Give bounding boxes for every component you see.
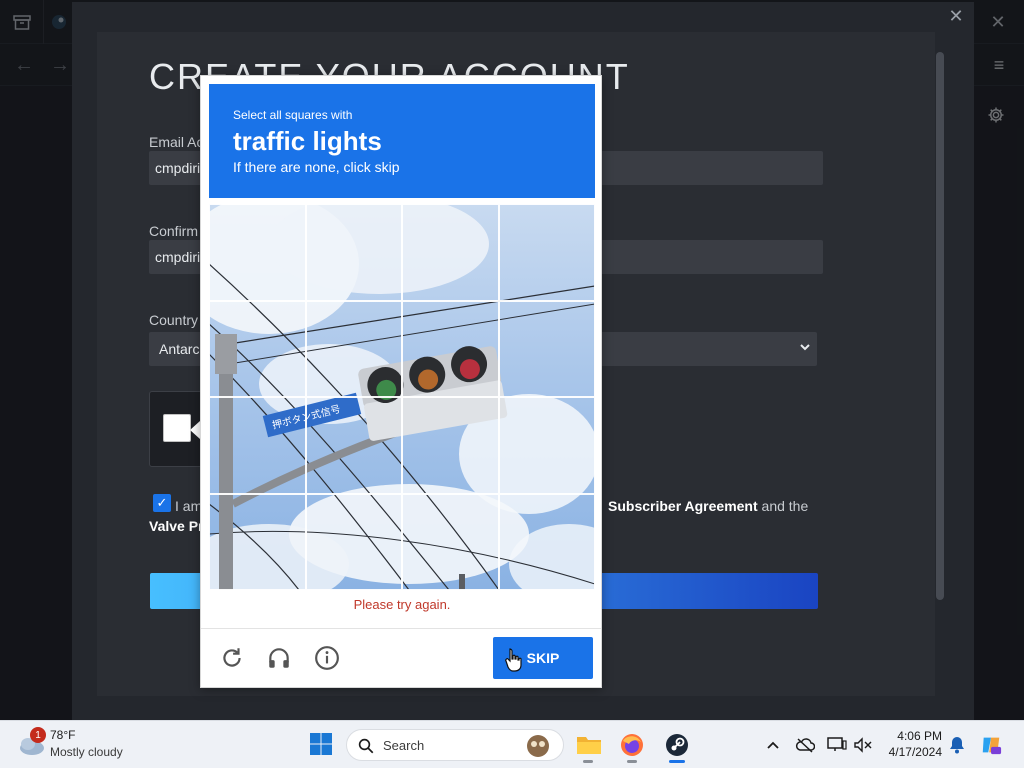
grid-tile[interactable] — [498, 397, 595, 494]
captcha-image-grid: 押ボタン式信号 — [209, 204, 595, 590]
captcha-divider — [201, 628, 601, 629]
cloud-offline-icon — [796, 738, 815, 753]
chevron-up-icon — [767, 741, 779, 749]
firefox-running-indicator — [627, 760, 637, 763]
chevron-down-icon — [800, 344, 810, 351]
captcha-checkbox[interactable] — [163, 414, 191, 442]
weather-condition: Mostly cloudy — [50, 745, 123, 759]
info-button[interactable] — [313, 644, 341, 672]
grid-tile[interactable] — [305, 300, 402, 397]
firefox-button[interactable] — [617, 730, 647, 760]
notifications-button[interactable] — [946, 734, 968, 756]
prompt-instruction: Select all squares with — [233, 108, 353, 122]
clock-time: 4:06 PM — [897, 729, 942, 743]
refresh-button[interactable] — [218, 644, 246, 672]
hand-cursor-icon — [505, 648, 522, 672]
onedrive-button[interactable] — [794, 734, 816, 756]
monitor-icon — [827, 737, 847, 751]
search-highlight-icon — [527, 735, 549, 757]
clock-date: 4/17/2024 — [888, 745, 942, 759]
grid-tile[interactable] — [498, 300, 595, 397]
file-explorer-button[interactable] — [574, 730, 604, 760]
refresh-icon — [223, 648, 241, 667]
grid-tile[interactable] — [209, 300, 306, 397]
captcha-challenge: Select all squares with traffic lights I… — [200, 75, 602, 688]
confirm-email-label: Confirm — [149, 223, 199, 239]
grid-tile[interactable] — [402, 397, 499, 494]
windows-icon — [310, 733, 332, 755]
agree-text-suffix: Subscriber Agreement and the — [608, 498, 808, 514]
grid-tile[interactable] — [209, 397, 306, 494]
modal-scrollbar[interactable] — [936, 52, 944, 600]
headphones-icon — [269, 648, 289, 668]
speaker-muted-icon — [854, 737, 872, 753]
grid-tile[interactable] — [402, 493, 499, 590]
steam-button[interactable] — [662, 730, 692, 760]
steam-icon — [666, 734, 688, 756]
subscriber-agreement-link[interactable]: Subscriber Agreement — [608, 498, 758, 514]
prompt-hint: If there are none, click skip — [233, 159, 400, 175]
modal-close-button[interactable]: ✕ — [944, 4, 968, 28]
agree-text-prefix: I am — [175, 498, 203, 514]
grid-tile[interactable] — [305, 493, 402, 590]
grid-tile[interactable] — [305, 204, 402, 301]
grid-tile[interactable] — [209, 493, 306, 590]
display-button[interactable] — [826, 734, 848, 756]
steam-active-indicator — [669, 760, 685, 763]
captcha-pointer — [190, 421, 200, 439]
grid-tile[interactable] — [402, 300, 499, 397]
info-icon — [315, 646, 339, 670]
volume-button[interactable] — [852, 734, 874, 756]
bell-icon — [950, 737, 964, 754]
agree-checkbox[interactable]: ✓ — [153, 494, 171, 512]
country-value: Antarc — [159, 341, 200, 357]
start-button[interactable] — [309, 732, 333, 756]
grid-tile[interactable] — [498, 204, 595, 301]
taskbar-clock[interactable]: 4:06 PM 4/17/2024 — [872, 728, 942, 760]
taskbar-search[interactable]: Search — [346, 729, 564, 761]
explorer-running-indicator — [583, 760, 593, 763]
audio-challenge-button[interactable] — [265, 644, 293, 672]
agree-and-the: and the — [761, 498, 809, 514]
weather-temp: 78°F — [50, 728, 76, 742]
country-label: Country — [149, 312, 199, 328]
search-label: Search — [383, 738, 425, 753]
search-icon — [358, 738, 374, 754]
captcha-error: Please try again. — [353, 597, 451, 612]
grid-tile[interactable] — [209, 204, 306, 301]
copilot-button[interactable] — [980, 734, 1002, 756]
file-explorer-icon — [577, 737, 601, 754]
privacy-policy-link[interactable]: Valve Pr — [149, 518, 204, 534]
firefox-icon — [621, 734, 643, 756]
weather-badge: 1 — [30, 727, 46, 743]
email-label: Email Ac — [149, 134, 204, 150]
prompt-target: traffic lights — [233, 126, 382, 156]
grid-tile[interactable] — [498, 493, 595, 590]
copilot-icon — [982, 737, 1002, 755]
show-hidden-icons-button[interactable] — [762, 734, 784, 756]
grid-tile[interactable] — [305, 397, 402, 494]
grid-tile[interactable] — [402, 204, 499, 301]
captcha-prompt: Select all squares with traffic lights I… — [209, 84, 595, 198]
